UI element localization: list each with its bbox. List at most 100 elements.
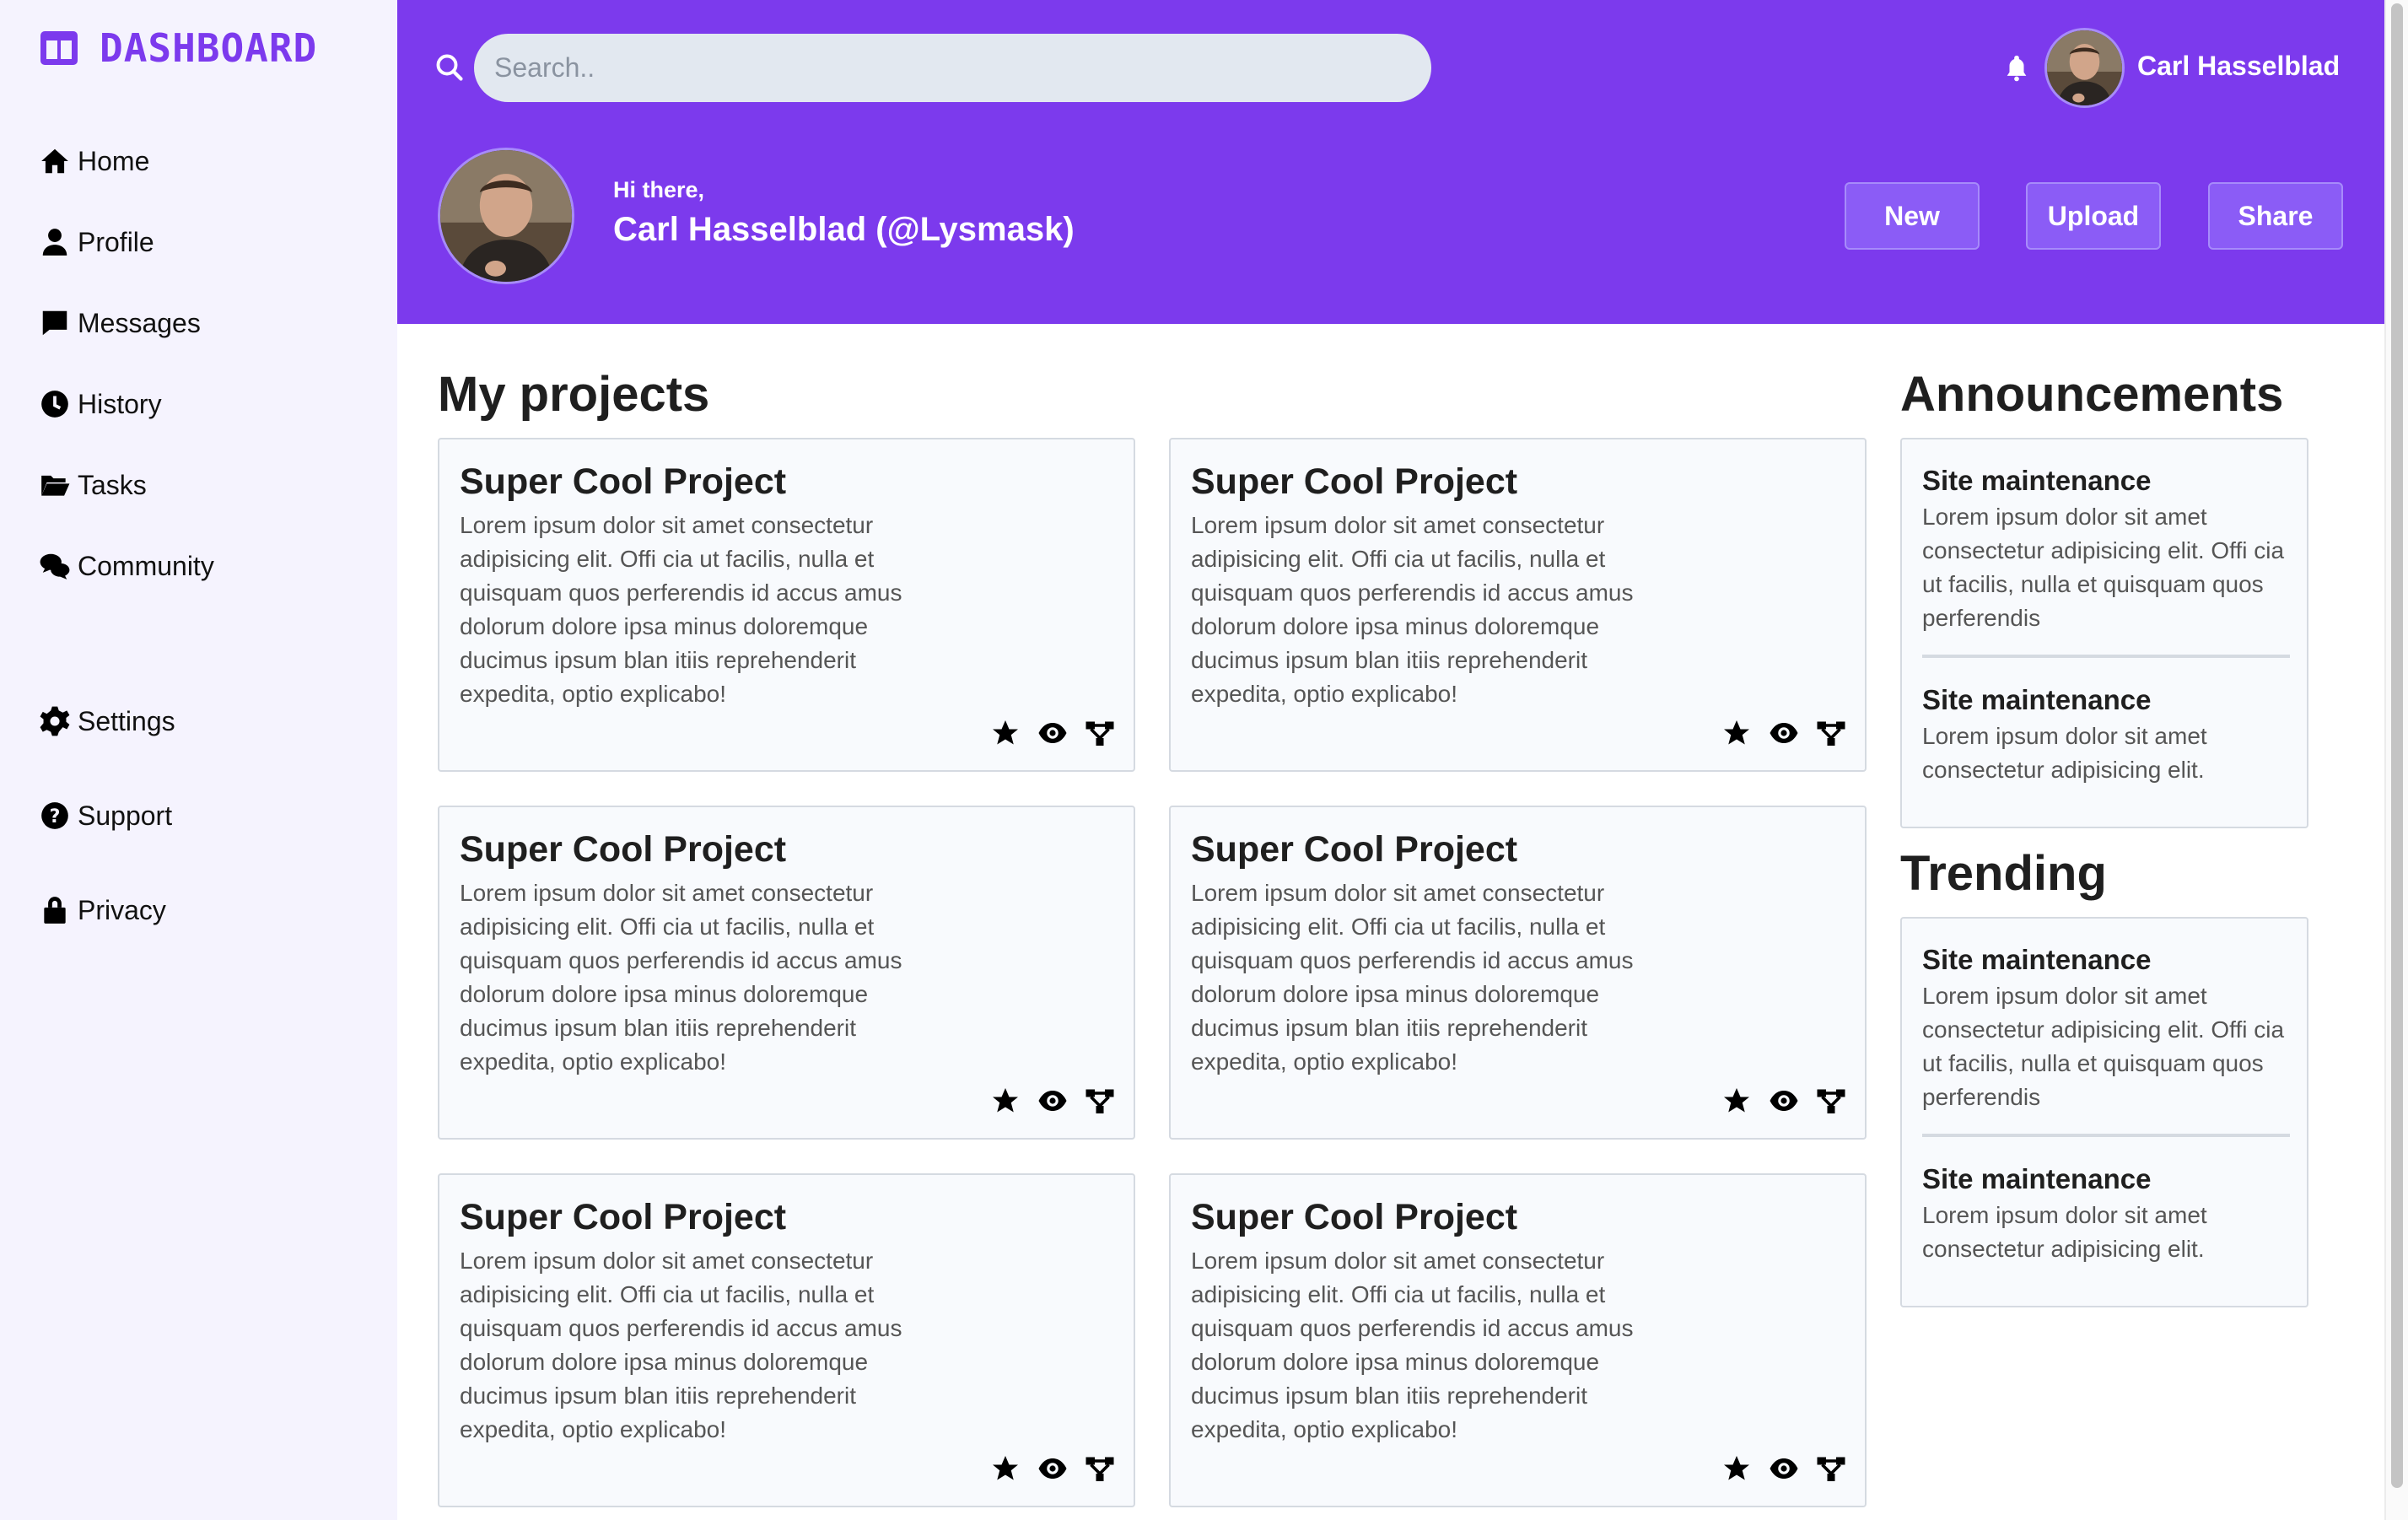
project-actions — [1721, 718, 1846, 748]
sidebar-item-profile[interactable]: Profile — [39, 226, 154, 258]
trending-body: Lorem ipsum dolor sit amet consectetur a… — [1922, 1202, 2207, 1262]
sidebar-item-label: Settings — [78, 705, 175, 736]
star-icon[interactable] — [990, 718, 1021, 748]
project-card[interactable]: Super Cool Project Lorem ipsum dolor sit… — [1169, 806, 1867, 1140]
trending-title: Site maintenance — [1922, 1163, 2152, 1194]
project-actions — [1721, 1086, 1846, 1116]
sidebar-item-label: Messages — [78, 307, 201, 338]
scrollbar-thumb[interactable] — [2391, 3, 2403, 1488]
share-nodes-icon[interactable] — [1816, 718, 1846, 748]
project-card[interactable]: Super Cool Project Lorem ipsum dolor sit… — [438, 1173, 1135, 1507]
project-actions — [1721, 1453, 1846, 1484]
sidebar-item-messages[interactable]: Messages — [39, 307, 201, 339]
sidebar-item-history[interactable]: History — [39, 388, 162, 420]
project-title: Super Cool Project — [460, 829, 787, 870]
star-icon[interactable] — [1721, 1086, 1752, 1116]
lock-icon — [44, 897, 66, 924]
greeting: Hi there, — [613, 177, 705, 202]
bell-icon[interactable] — [2002, 52, 2031, 83]
sidebar-item-label: Tasks — [78, 469, 147, 500]
sidebar-item-privacy[interactable]: Privacy — [39, 894, 166, 926]
avatar-image — [440, 150, 572, 282]
trending-title: Site maintenance — [1922, 944, 2152, 975]
announcement-item[interactable]: Site maintenance Lorem ipsum dolor sit a… — [1922, 684, 2290, 787]
project-title: Super Cool Project — [1191, 829, 1518, 870]
trending-panel: Site maintenance Lorem ipsum dolor sit a… — [1900, 917, 2308, 1307]
user-icon — [42, 229, 67, 256]
trending-item[interactable]: Site maintenance Lorem ipsum dolor sit a… — [1922, 1163, 2290, 1266]
trending-heading: Trending — [1900, 846, 2107, 901]
avatar[interactable] — [2044, 28, 2125, 108]
share-nodes-icon[interactable] — [1085, 1086, 1115, 1116]
eye-icon[interactable] — [1037, 718, 1068, 748]
project-actions — [990, 718, 1115, 748]
projects-heading: My projects — [438, 367, 710, 422]
project-description: Lorem ipsum dolor sit amet consectetur a… — [1191, 880, 1634, 1075]
divider — [1922, 1134, 2290, 1137]
project-description: Lorem ipsum dolor sit amet consectetur a… — [1191, 512, 1634, 707]
dashboard-icon — [40, 31, 78, 65]
trending-item[interactable]: Site maintenance Lorem ipsum dolor sit a… — [1922, 944, 2290, 1114]
divider — [1922, 655, 2290, 658]
sidebar-item-community[interactable]: Community — [39, 550, 214, 582]
star-icon[interactable] — [990, 1086, 1021, 1116]
star-icon[interactable] — [990, 1453, 1021, 1484]
new-button[interactable]: New — [1845, 182, 1980, 250]
home-icon — [41, 148, 68, 174]
share-nodes-icon[interactable] — [1816, 1453, 1846, 1484]
project-title: Super Cool Project — [460, 1197, 787, 1237]
share-nodes-icon[interactable] — [1085, 718, 1115, 748]
project-description: Lorem ipsum dolor sit amet consectetur a… — [460, 512, 902, 707]
star-icon[interactable] — [1721, 718, 1752, 748]
eye-icon[interactable] — [1037, 1086, 1068, 1116]
project-description: Lorem ipsum dolor sit amet consectetur a… — [460, 880, 902, 1075]
project-title: Super Cool Project — [460, 461, 787, 502]
project-card[interactable]: Super Cool Project Lorem ipsum dolor sit… — [438, 806, 1135, 1140]
question-icon: ? — [41, 802, 68, 829]
comments-icon — [40, 553, 70, 579]
announcement-body: Lorem ipsum dolor sit amet consectetur a… — [1922, 504, 2285, 631]
message-icon — [42, 310, 67, 336]
user-name[interactable]: Carl Hasselblad — [2137, 51, 2340, 82]
sidebar: DASHBOARD Home Profile Messages History … — [0, 0, 397, 1520]
trending-body: Lorem ipsum dolor sit amet consectetur a… — [1922, 983, 2285, 1110]
share-nodes-icon[interactable] — [1816, 1086, 1846, 1116]
sidebar-item-label: Profile — [78, 226, 154, 257]
logo[interactable]: DASHBOARD — [39, 25, 317, 71]
share-button[interactable]: Share — [2208, 182, 2343, 250]
search-input[interactable] — [474, 34, 1431, 102]
eye-icon[interactable] — [1769, 1453, 1799, 1484]
sidebar-item-label: Community — [78, 550, 214, 581]
scrollbar[interactable] — [2384, 0, 2408, 1520]
sidebar-item-label: Privacy — [78, 894, 166, 925]
profile-avatar[interactable] — [438, 148, 574, 284]
clock-icon — [41, 391, 68, 418]
share-nodes-icon[interactable] — [1085, 1453, 1115, 1484]
eye-icon[interactable] — [1769, 718, 1799, 748]
announcement-item[interactable]: Site maintenance Lorem ipsum dolor sit a… — [1922, 465, 2290, 635]
eye-icon[interactable] — [1769, 1086, 1799, 1116]
project-actions — [990, 1453, 1115, 1484]
sidebar-item-label: Support — [78, 800, 173, 831]
project-card[interactable]: Super Cool Project Lorem ipsum dolor sit… — [438, 438, 1135, 772]
logo-text: DASHBOARD — [100, 25, 318, 71]
announcements-panel: Site maintenance Lorem ipsum dolor sit a… — [1900, 438, 2308, 828]
project-card[interactable]: Super Cool Project Lorem ipsum dolor sit… — [1169, 438, 1867, 772]
sidebar-item-home[interactable]: Home — [39, 145, 149, 177]
header: Carl Hasselblad Hi there, Carl Hasselbla… — [397, 0, 2384, 324]
sidebar-item-label: Home — [78, 145, 150, 176]
project-description: Lorem ipsum dolor sit amet consectetur a… — [460, 1248, 902, 1442]
project-actions — [990, 1086, 1115, 1116]
sidebar-item-support[interactable]: ? Support — [39, 800, 172, 832]
announcements-heading: Announcements — [1900, 367, 2284, 422]
svg-text:?: ? — [50, 806, 61, 827]
sidebar-item-tasks[interactable]: Tasks — [39, 469, 147, 501]
eye-icon[interactable] — [1037, 1453, 1068, 1484]
sidebar-item-settings[interactable]: Settings — [39, 705, 175, 737]
search-icon[interactable] — [434, 52, 465, 83]
star-icon[interactable] — [1721, 1453, 1752, 1484]
project-card[interactable]: Super Cool Project Lorem ipsum dolor sit… — [1169, 1173, 1867, 1507]
project-title: Super Cool Project — [1191, 1197, 1518, 1237]
folder-icon — [41, 475, 70, 496]
upload-button[interactable]: Upload — [2026, 182, 2161, 250]
